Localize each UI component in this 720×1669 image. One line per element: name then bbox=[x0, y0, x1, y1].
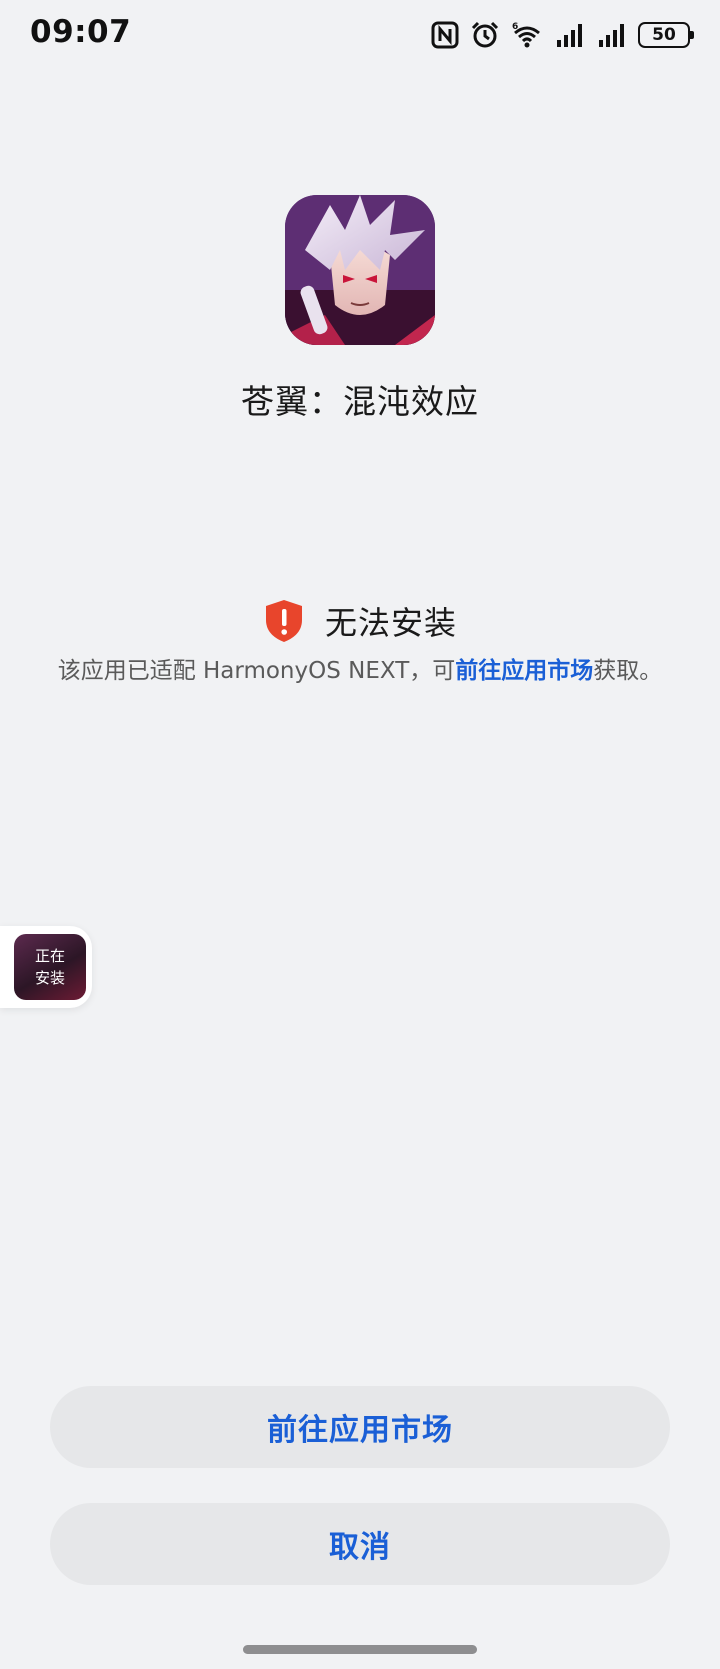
svg-text:6: 6 bbox=[512, 22, 518, 32]
shield-warning-icon bbox=[265, 600, 302, 642]
signal-icon bbox=[557, 24, 582, 47]
installing-thumbnail: 正在 安装 bbox=[14, 934, 86, 1000]
signal-icon bbox=[599, 24, 624, 47]
status-icons: 6 50 bbox=[430, 18, 694, 52]
error-title-row: 无法安装 bbox=[0, 598, 720, 644]
installing-label-line2: 安装 bbox=[34, 969, 65, 987]
wifi-6-icon: 6 bbox=[512, 22, 540, 48]
home-indicator[interactable] bbox=[243, 1645, 477, 1654]
error-title: 无法安装 bbox=[324, 604, 457, 642]
anime-character-icon bbox=[285, 195, 435, 345]
battery-level: 50 bbox=[652, 25, 676, 45]
error-description: 该应用已适配 HarmonyOS NEXT，可前往应用市场获取。 bbox=[55, 656, 665, 687]
installing-label-line1: 正在 bbox=[34, 947, 65, 965]
error-desc-text: 该应用已适配 HarmonyOS NEXT，可 bbox=[57, 658, 456, 684]
status-time: 09:07 bbox=[30, 14, 132, 50]
app-icon bbox=[285, 195, 435, 345]
installing-float-widget[interactable]: 正在 安装 bbox=[0, 926, 92, 1008]
battery-indicator: 50 bbox=[638, 22, 694, 48]
go-to-market-button[interactable]: 前往应用市场 bbox=[50, 1386, 670, 1468]
nfc-icon bbox=[431, 21, 459, 49]
status-bar: 09:07 6 50 bbox=[0, 0, 720, 70]
alarm-icon bbox=[471, 21, 499, 48]
market-link[interactable]: 前往应用市场 bbox=[455, 658, 593, 684]
app-name: 苍翼：混沌效应 bbox=[241, 382, 479, 421]
cancel-button[interactable]: 取消 bbox=[50, 1503, 670, 1585]
error-desc-suffix: 获取。 bbox=[593, 658, 663, 684]
